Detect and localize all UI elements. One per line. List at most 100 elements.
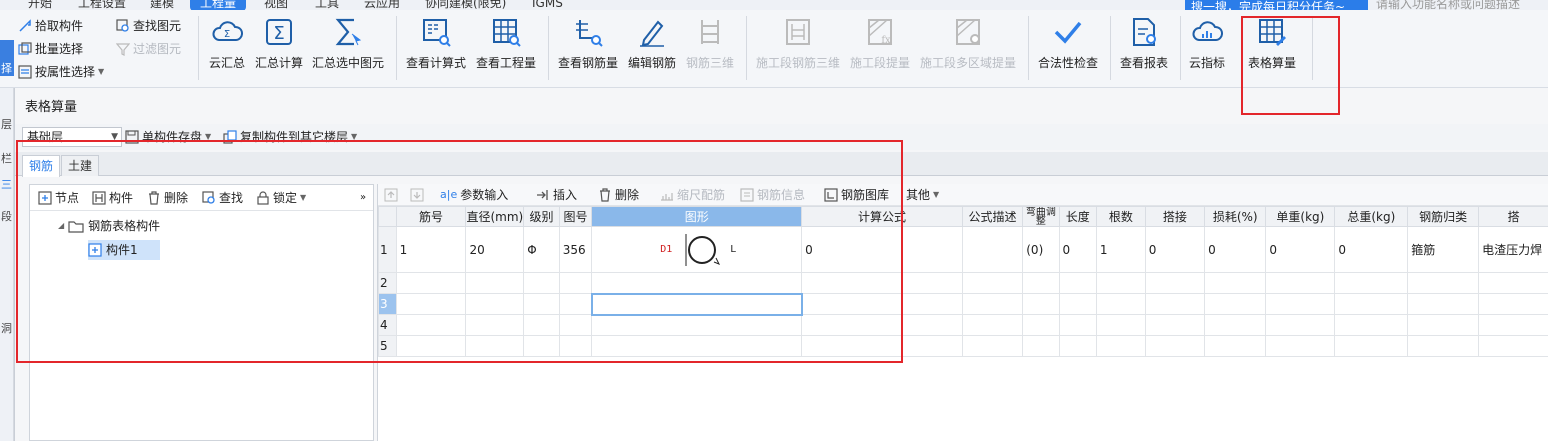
table-cell[interactable] <box>801 314 963 336</box>
strip-item[interactable]: 层 <box>1 116 12 132</box>
menu-project-settings[interactable]: 工程设置 <box>78 0 126 10</box>
table-cell[interactable] <box>1407 272 1480 294</box>
table-cell[interactable] <box>523 272 560 294</box>
selected-cell[interactable] <box>590 292 803 316</box>
table-cell[interactable] <box>1407 314 1480 336</box>
menu-modeling[interactable]: 建模 <box>150 0 174 10</box>
col-header[interactable]: 图号 <box>558 206 593 227</box>
batch-select-button[interactable]: 批量选择 <box>18 39 83 59</box>
shape-cell[interactable]: D1 L <box>591 226 803 273</box>
sum-calc-button[interactable]: Σ 汇总计算 <box>254 16 304 86</box>
table-cell[interactable]: Φ <box>523 226 560 273</box>
row-number[interactable]: 2 <box>378 272 397 294</box>
menu-view[interactable]: 视图 <box>264 0 288 10</box>
table-cell[interactable]: 356 <box>558 226 593 273</box>
row-number[interactable]: 5 <box>378 335 397 357</box>
table-cell[interactable] <box>961 293 1024 315</box>
table-cell[interactable] <box>1478 293 1548 315</box>
table-cell[interactable]: 0 <box>1334 226 1409 273</box>
stage-quantity-button[interactable]: fx 施工段提量 <box>848 16 912 86</box>
row-number[interactable]: 3 <box>378 293 397 315</box>
table-cell[interactable]: 箍筋 <box>1407 226 1480 273</box>
table-row[interactable]: 5 <box>378 335 1548 357</box>
menu-igms[interactable]: IGMS <box>532 0 563 10</box>
table-cell[interactable] <box>801 293 963 315</box>
col-header[interactable]: 损耗(%) <box>1204 206 1267 227</box>
strip-item[interactable]: 栏 <box>1 150 12 166</box>
col-header[interactable]: 总重(kg) <box>1334 206 1409 227</box>
strip-item[interactable]: 三 <box>1 176 12 192</box>
view-formula-button[interactable]: 查看计算式 <box>404 16 468 86</box>
find-element-button[interactable]: 查找图元 <box>116 16 181 36</box>
table-cell[interactable]: 0 <box>1204 226 1267 273</box>
tree-delete-button[interactable]: 删除 <box>147 189 188 207</box>
table-cell[interactable] <box>1058 272 1097 294</box>
col-header[interactable]: 级别 <box>523 206 560 227</box>
copy-to-floor-button[interactable]: 复制构件到其它楼层 ▼ <box>223 128 357 146</box>
col-header[interactable]: 公式描述 <box>961 206 1024 227</box>
floor-select[interactable]: 基础层 ▼ <box>22 127 122 147</box>
other-menu-button[interactable]: 其他 ▼ <box>906 186 939 204</box>
table-cell[interactable]: 0 <box>1265 226 1336 273</box>
menu-quantity[interactable]: 工程量 <box>190 0 247 10</box>
table-cell[interactable] <box>1265 314 1336 336</box>
col-header-shape[interactable]: 图形 <box>591 206 803 227</box>
table-cell[interactable] <box>465 272 525 294</box>
table-cell[interactable] <box>395 314 467 336</box>
col-header[interactable]: 直径(mm) <box>465 206 525 227</box>
table-cell[interactable]: 电渣压力焊 <box>1478 226 1548 273</box>
table-cell[interactable] <box>1265 335 1336 357</box>
table-cell[interactable] <box>1144 335 1206 357</box>
table-cell[interactable] <box>1022 293 1060 315</box>
menu-tools[interactable]: 工具 <box>315 0 339 10</box>
table-row[interactable]: 1 1 20 Φ 356 D1 L 0 (0) 0 1 0 0 0 0 箍筋 电… <box>378 226 1548 273</box>
table-cell[interactable] <box>1478 314 1548 336</box>
table-cell[interactable] <box>558 314 593 336</box>
table-cell[interactable] <box>395 293 467 315</box>
table-cell[interactable] <box>591 314 803 336</box>
table-cell[interactable] <box>558 272 593 294</box>
table-cell[interactable] <box>1144 293 1206 315</box>
table-cell[interactable] <box>591 335 803 357</box>
table-cell[interactable] <box>1334 314 1409 336</box>
table-cell[interactable]: 1 <box>395 226 467 273</box>
table-cell[interactable] <box>1265 272 1336 294</box>
table-cell[interactable] <box>1478 272 1548 294</box>
table-cell[interactable] <box>465 293 525 315</box>
tree-root-node[interactable]: ◢ 钢筋表格构件 <box>58 216 160 236</box>
filter-element-button[interactable]: 过滤图元 <box>116 39 181 59</box>
col-header[interactable]: 弯曲调整 <box>1022 206 1060 227</box>
col-header[interactable]: 长度 <box>1058 206 1097 227</box>
menu-collab[interactable]: 协同建模(限免) <box>425 0 506 10</box>
strip-item[interactable]: 段 <box>1 208 12 224</box>
table-cell[interactable] <box>1478 335 1548 357</box>
table-cell[interactable]: (0) <box>1022 226 1060 273</box>
table-cell[interactable] <box>523 314 560 336</box>
tab-civil[interactable]: 土建 <box>61 155 100 176</box>
table-cell[interactable] <box>523 293 560 315</box>
move-down-button[interactable] <box>410 186 427 204</box>
table-cell[interactable] <box>1095 293 1146 315</box>
table-cell[interactable] <box>1334 335 1409 357</box>
search-input[interactable]: 请输入功能名称或问题描述 <box>1376 0 1520 10</box>
collapse-icon[interactable]: ◢ <box>58 216 64 236</box>
select-button[interactable]: 择 <box>0 40 14 76</box>
col-header[interactable]: 根数 <box>1095 206 1146 227</box>
table-cell[interactable] <box>1407 293 1480 315</box>
row-number[interactable]: 4 <box>378 314 397 336</box>
table-cell[interactable] <box>961 226 1024 273</box>
table-cell[interactable] <box>1095 272 1146 294</box>
table-cell[interactable] <box>961 272 1024 294</box>
grid-delete-button[interactable]: 删除 <box>598 186 639 204</box>
table-cell[interactable] <box>801 335 963 357</box>
col-header[interactable]: 钢筋归类 <box>1407 206 1480 227</box>
legality-check-button[interactable]: 合法性检查 <box>1036 16 1100 86</box>
stage-rebar-3d-button[interactable]: 施工段钢筋三维 <box>754 16 842 86</box>
view-quantity-button[interactable]: 查看工程量 <box>474 16 538 86</box>
table-cell[interactable] <box>1334 272 1409 294</box>
table-cell[interactable] <box>558 293 593 315</box>
table-cell[interactable] <box>1204 335 1267 357</box>
table-cell[interactable] <box>1144 272 1206 294</box>
select-by-attribute-button[interactable]: 按属性选择 ▼ <box>18 62 104 82</box>
table-cell[interactable] <box>1022 314 1060 336</box>
